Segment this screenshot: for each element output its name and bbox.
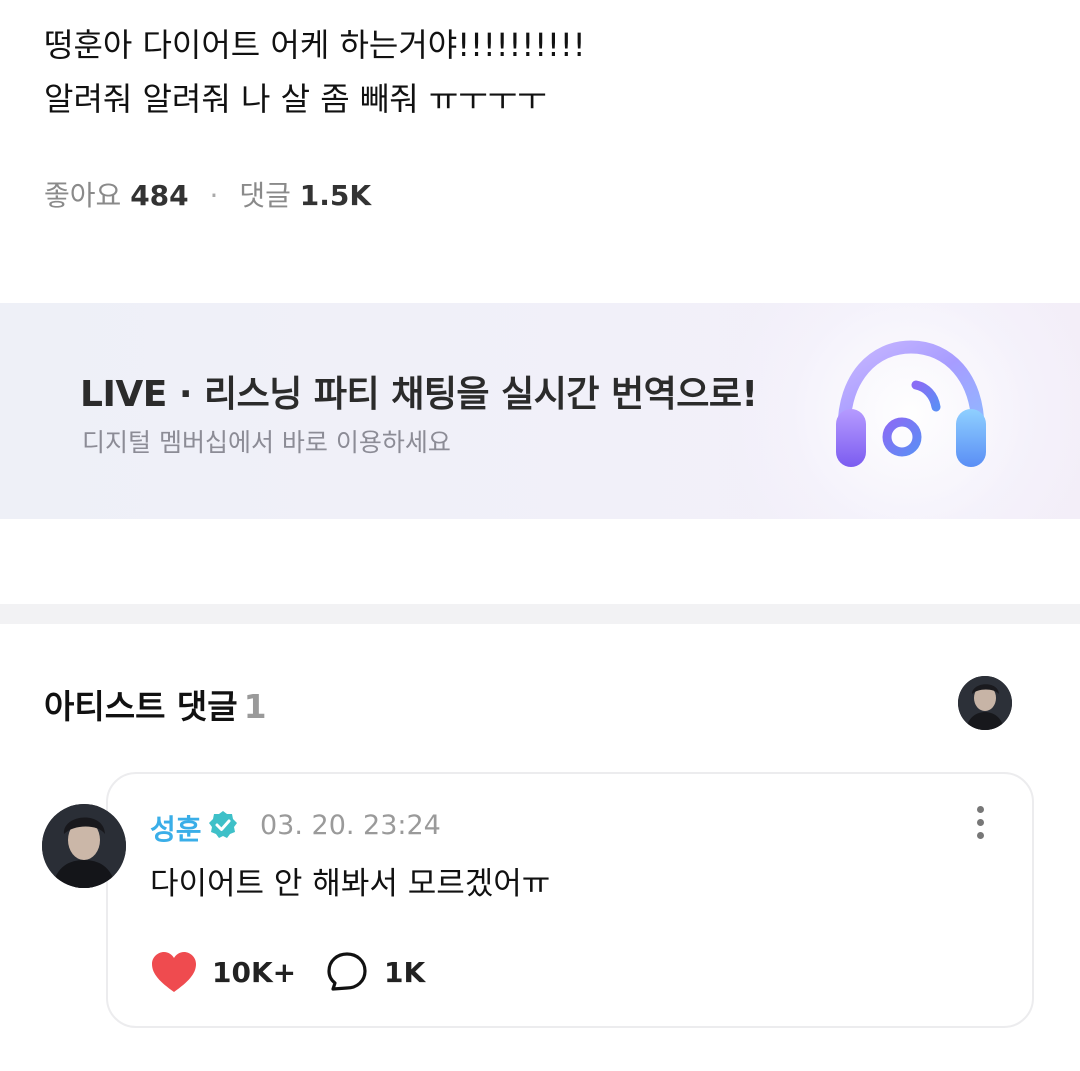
artist-comments-count: 1 <box>243 687 267 726</box>
post-text-line-2: 알려줘 알려줘 나 살 좀 빼줘 ㅠㅜㅜㅜ <box>44 80 547 118</box>
banner-subtitle: 디지털 멤버십에서 바로 이용하세요 <box>82 428 451 457</box>
post-body: 떵훈아 다이어트 어케 하는거야!!!!!!!!!! 알려줘 알려줘 나 살 좀… <box>44 18 1044 126</box>
section-divider <box>0 604 1080 624</box>
comments-count[interactable]: 1.5K <box>300 179 371 212</box>
verified-badge-icon <box>209 811 237 838</box>
comment-author-avatar[interactable] <box>42 804 126 888</box>
post-text-line-1: 떵훈아 다이어트 어케 하는거야!!!!!!!!!! <box>44 26 586 64</box>
banner-title: LIVE · 리스닝 파티 채팅을 실시간 번역으로! <box>80 374 758 415</box>
likes-count: 484 <box>130 179 189 212</box>
comments-label[interactable]: 댓글 <box>239 179 291 212</box>
like-count: 10K+ <box>212 956 297 989</box>
comment-timestamp: 03. 20. 23:24 <box>260 810 441 841</box>
avatar-image <box>42 804 126 888</box>
speech-bubble-icon <box>327 952 367 991</box>
comment-card: 성훈 03. 20. 23:24 다이어트 안 해봐서 모르겠어ㅠ 10K+ 1… <box>106 772 1034 1028</box>
artist-comments-title: 아티스트 댓글 1 <box>44 680 267 728</box>
comment-text: 다이어트 안 해봐서 모르겠어ㅠ <box>150 866 551 902</box>
heart-icon <box>152 952 196 992</box>
more-vertical-icon[interactable] <box>972 806 988 846</box>
comment-author-name[interactable]: 성훈 <box>150 808 202 848</box>
avatar-image <box>958 676 1012 730</box>
likes-label: 좋아요 <box>44 179 122 212</box>
promo-banner[interactable]: LIVE · 리스닝 파티 채팅을 실시간 번역으로! 디지털 멤버십에서 바로… <box>0 303 1080 519</box>
reply-count: 1K <box>384 956 426 989</box>
stats-separator: · <box>209 179 219 212</box>
artist-avatar-small[interactable] <box>958 676 1012 730</box>
headphone-music-icon <box>836 340 986 467</box>
post-stats: 좋아요 484 · 댓글 1.5K <box>44 176 371 216</box>
artist-comments-label: 아티스트 댓글 <box>44 687 238 726</box>
